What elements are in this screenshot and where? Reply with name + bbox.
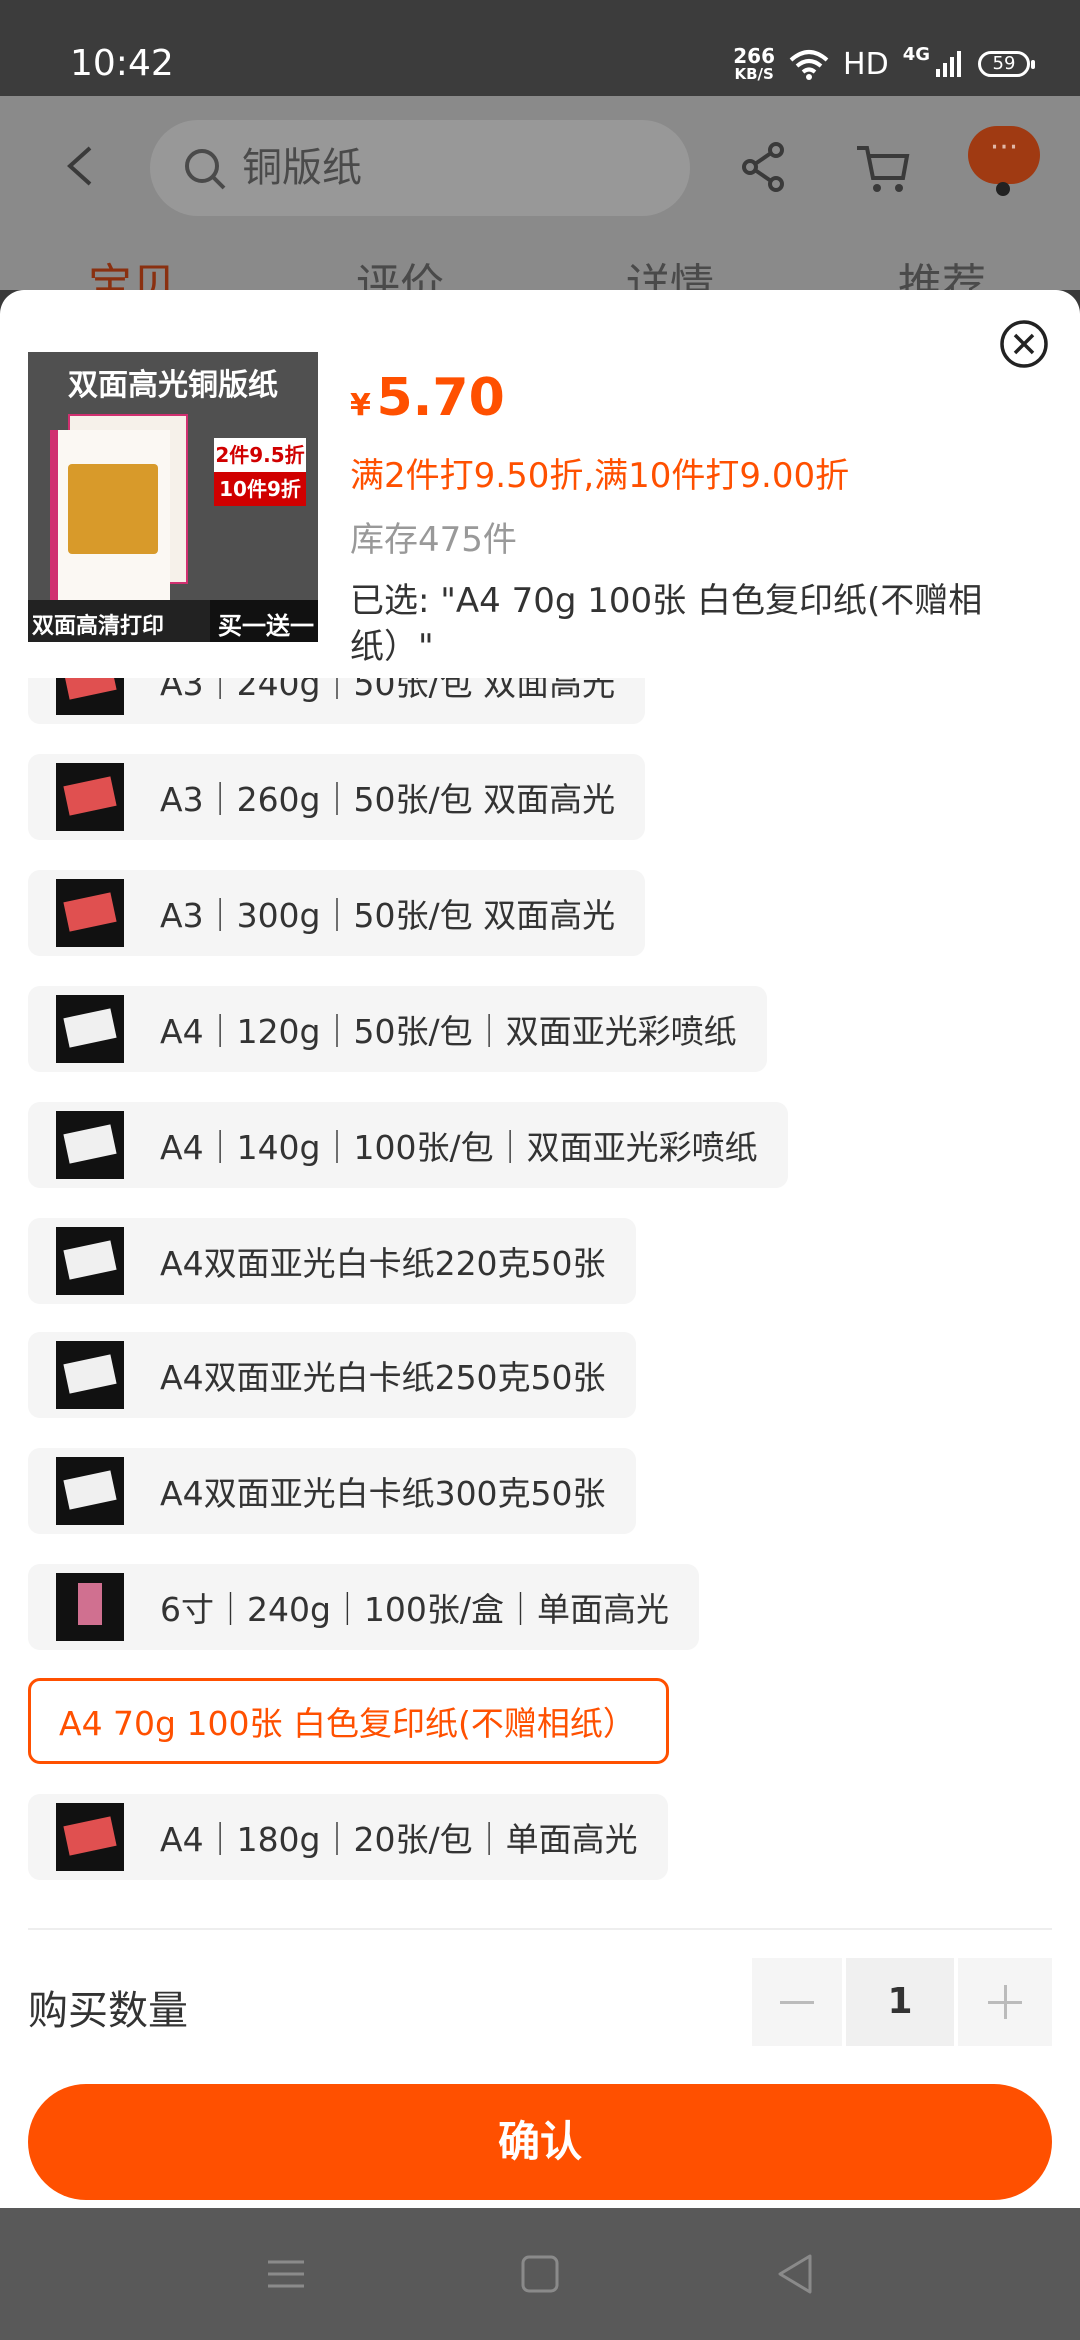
search-query: 铜版纸 bbox=[242, 145, 362, 191]
battery-icon: 59 bbox=[978, 51, 1035, 77]
sku-thumbnail bbox=[56, 1457, 124, 1525]
sku-option-label: A3｜300g｜50张/包 双面高光 bbox=[160, 896, 616, 935]
sku-thumbnail bbox=[56, 1803, 124, 1871]
quantity-decrement-button[interactable] bbox=[752, 1958, 842, 2046]
selected-sku-text: 已选: "A4 70g 100张 白色复印纸(不赠相纸）" bbox=[350, 581, 983, 667]
sku-option-list[interactable]: A3｜240g｜50张/包 双面高光 A3｜260g｜50张/包 双面高光 A3… bbox=[0, 678, 1080, 1916]
sku-selection-sheet: 双面高光铜版纸 2件9.5折 10件9折 双面高清打印 买一送一 ¥ 5.70 … bbox=[0, 290, 1080, 2208]
hd-label: HD bbox=[843, 46, 889, 82]
sku-option[interactable]: A4｜180g｜20张/包｜单面高光 bbox=[28, 1794, 668, 1880]
back-icon[interactable] bbox=[62, 144, 98, 188]
product-image-title: 双面高光铜版纸 bbox=[68, 368, 278, 403]
back-nav-icon[interactable] bbox=[774, 2252, 818, 2296]
net-speed-value: 266 bbox=[733, 44, 776, 68]
net-speed: 266 KB/S bbox=[733, 46, 775, 82]
divider bbox=[28, 1928, 1052, 1930]
system-nav-bar bbox=[0, 2208, 1080, 2340]
close-icon[interactable] bbox=[998, 318, 1050, 370]
cart-icon[interactable] bbox=[855, 142, 911, 196]
sku-option-label: A4双面亚光白卡纸300克50张 bbox=[160, 1474, 606, 1513]
price-amount: 5.70 bbox=[376, 368, 505, 428]
sku-option-label: A4双面亚光白卡纸250克50张 bbox=[160, 1358, 606, 1397]
tab-recommend[interactable]: 推荐 bbox=[898, 258, 986, 290]
quantity-input[interactable]: 1 bbox=[846, 1958, 954, 2046]
sku-option-label: A4双面亚光白卡纸220克50张 bbox=[160, 1244, 606, 1283]
sku-option[interactable]: A3｜300g｜50张/包 双面高光 bbox=[28, 870, 646, 956]
currency-symbol: ¥ bbox=[350, 388, 371, 423]
header-tabs: 宝贝 评价 详情 推荐 bbox=[0, 256, 1080, 290]
sku-option-label: A4｜120g｜50张/包｜双面亚光彩喷纸 bbox=[160, 1012, 737, 1051]
share-icon[interactable] bbox=[738, 140, 788, 194]
sku-option[interactable]: A3｜240g｜50张/包 双面高光 bbox=[28, 678, 646, 724]
sku-option-label: A3｜240g｜50张/包 双面高光 bbox=[160, 678, 616, 703]
sku-thumbnail bbox=[56, 995, 124, 1063]
confirm-button[interactable]: 确认 bbox=[28, 2084, 1052, 2200]
discount-badge-10: 10件9折 bbox=[214, 472, 306, 506]
network-type: 4G bbox=[902, 43, 930, 65]
sku-option-label: 6寸｜240g｜100张/盒｜单面高光 bbox=[160, 1590, 670, 1629]
sku-option[interactable]: 6寸｜240g｜100张/盒｜单面高光 bbox=[28, 1564, 700, 1650]
stock-text: 库存475件 bbox=[350, 520, 517, 560]
sku-option[interactable]: A4双面亚光白卡纸250克50张 bbox=[28, 1332, 636, 1418]
sku-thumbnail bbox=[56, 763, 124, 831]
product-image-caption: 双面高清打印 买一送一 bbox=[28, 600, 318, 642]
sku-option[interactable]: A4双面亚光白卡纸220克50张 bbox=[28, 1218, 636, 1304]
tab-reviews[interactable]: 评价 bbox=[356, 258, 444, 290]
home-icon[interactable] bbox=[518, 2252, 562, 2296]
notification-dot bbox=[996, 182, 1010, 196]
page-header: 铜版纸 ··· 宝贝 评价 详情 推荐 bbox=[0, 96, 1080, 290]
caption-right: 买一送一 bbox=[210, 600, 318, 642]
wifi-icon bbox=[789, 50, 829, 80]
signal-icon bbox=[936, 51, 961, 77]
search-icon bbox=[185, 149, 226, 190]
status-bar: 10:42 266 KB/S HD 4G 59 bbox=[0, 0, 1080, 96]
sku-thumbnail bbox=[56, 1341, 124, 1409]
sku-thumbnail bbox=[56, 879, 124, 947]
sku-option-selected[interactable]: A4 70g 100张 白色复印纸(不赠相纸） bbox=[28, 1678, 669, 1764]
sku-option-label: A3｜260g｜50张/包 双面高光 bbox=[160, 780, 616, 819]
caption-left: 双面高清打印 bbox=[32, 614, 165, 639]
price: ¥ 5.70 bbox=[350, 368, 505, 428]
sku-option-label: A4 70g 100张 白色复印纸(不赠相纸） bbox=[59, 1704, 636, 1743]
menu-icon[interactable] bbox=[264, 2252, 308, 2296]
tab-details[interactable]: 详情 bbox=[626, 258, 714, 290]
product-photo bbox=[68, 464, 158, 554]
sku-option[interactable]: A3｜260g｜50张/包 双面高光 bbox=[28, 754, 646, 840]
quantity-increment-button[interactable] bbox=[958, 1958, 1052, 2046]
product-image[interactable]: 双面高光铜版纸 2件9.5折 10件9折 双面高清打印 买一送一 bbox=[28, 352, 318, 642]
discount-badge-2: 2件9.5折 bbox=[214, 438, 306, 472]
more-menu-button[interactable]: ··· bbox=[968, 126, 1040, 184]
sku-option-label: A4｜180g｜20张/包｜单面高光 bbox=[160, 1820, 638, 1859]
tab-product[interactable]: 宝贝 bbox=[88, 258, 176, 290]
quantity-label: 购买数量 bbox=[28, 1988, 188, 2034]
search-input[interactable]: 铜版纸 bbox=[150, 120, 690, 216]
net-speed-unit: KB/S bbox=[734, 65, 774, 83]
sku-option[interactable]: A4双面亚光白卡纸300克50张 bbox=[28, 1448, 636, 1534]
sku-option-label: A4｜140g｜100张/包｜双面亚光彩喷纸 bbox=[160, 1128, 758, 1167]
sku-thumbnail bbox=[56, 1111, 124, 1179]
sku-option[interactable]: A4｜120g｜50张/包｜双面亚光彩喷纸 bbox=[28, 986, 767, 1072]
sku-option[interactable]: A4｜140g｜100张/包｜双面亚光彩喷纸 bbox=[28, 1102, 788, 1188]
sku-thumbnail bbox=[56, 1227, 124, 1295]
sku-thumbnail bbox=[56, 678, 124, 715]
status-icons: 266 KB/S HD 4G 59 bbox=[733, 40, 1035, 88]
sku-thumbnail bbox=[56, 1573, 124, 1641]
promotion-text: 满2件打9.50折,满10件打9.00折 bbox=[350, 456, 850, 496]
status-time: 10:42 bbox=[70, 43, 174, 84]
